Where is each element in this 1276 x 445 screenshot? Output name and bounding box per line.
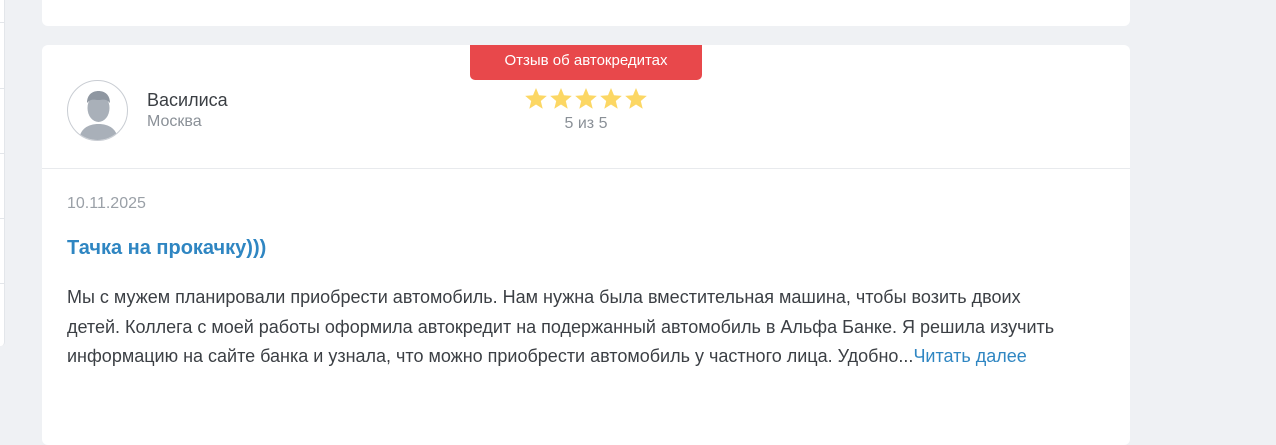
star-icon [549, 87, 573, 110]
left-panel-edge [0, 0, 5, 346]
review-rating: 5 из 5 [524, 87, 648, 134]
header-divider [42, 168, 1130, 169]
review-text: Мы с мужем планировали приобрести автомо… [67, 283, 1077, 372]
star-icon [624, 87, 648, 110]
star-icon [524, 87, 548, 110]
read-more-link[interactable]: Читать далее [913, 346, 1026, 366]
left-panel-divider [0, 88, 4, 89]
user-silhouette-icon [67, 80, 128, 141]
left-panel-divider [0, 283, 4, 284]
star-icon [599, 87, 623, 110]
left-panel-divider [0, 22, 4, 23]
review-text-body: Мы с мужем планировали приобрести автомо… [67, 287, 1055, 366]
author-city: Москва [147, 113, 202, 130]
previous-review-card [42, 0, 1130, 26]
review-card: Отзыв об автокредитах Василиса Москва 5 … [42, 45, 1130, 445]
review-author: Василиса Москва [67, 80, 228, 141]
left-panel-divider [0, 218, 4, 219]
rating-stars [524, 87, 648, 110]
author-info: Василиса Москва [147, 89, 228, 132]
review-title-link[interactable]: Тачка на прокачку))) [67, 235, 266, 261]
star-icon [574, 87, 598, 110]
author-name: Василиса [147, 90, 228, 110]
review-date: 10.11.2025 [67, 195, 146, 212]
left-panel-divider [0, 153, 4, 154]
review-category-badge[interactable]: Отзыв об автокредитах [470, 45, 702, 80]
rating-text: 5 из 5 [564, 115, 608, 132]
